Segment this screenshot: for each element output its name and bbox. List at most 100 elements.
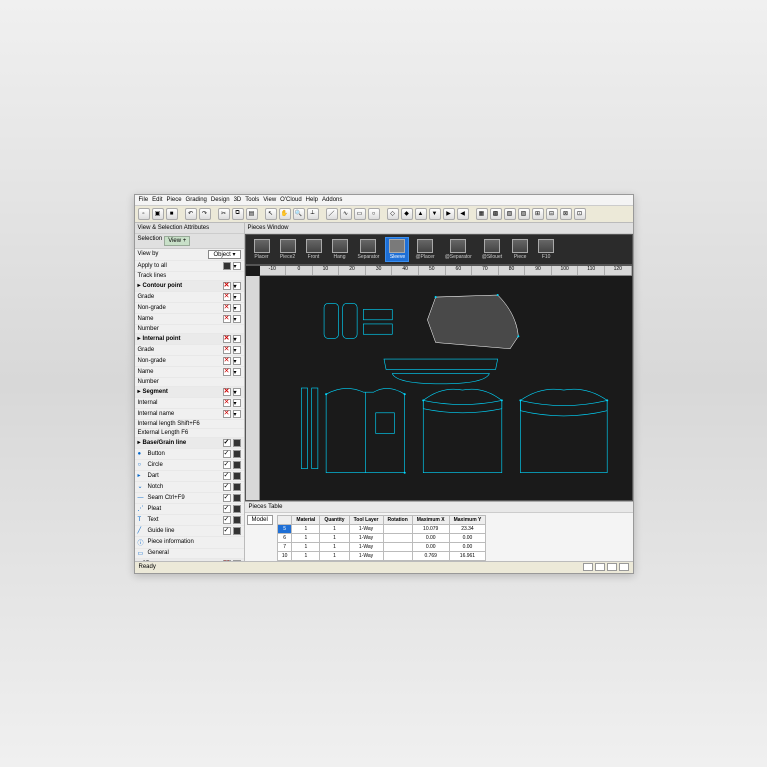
piece-yoke-front[interactable] [423, 400, 502, 412]
menu-edit[interactable]: Edit [152, 197, 162, 203]
piece-cuff-2[interactable] [342, 303, 356, 338]
attr-number[interactable]: Number [135, 325, 244, 334]
piece-thumb-placer[interactable]: Placer [250, 237, 274, 262]
piece-thumb-piece2[interactable]: Piece2 [276, 237, 300, 262]
attr-text[interactable]: TText [135, 515, 244, 526]
attr-internal-name[interactable]: Internal name✕▾ [135, 409, 244, 420]
attr-internal-point[interactable]: ▸ Internal point✕▾ [135, 334, 244, 345]
tool-b[interactable]: ◆ [401, 208, 413, 220]
table-row[interactable]: 10111-Way0.76916.961 [277, 551, 485, 560]
attr-dart[interactable]: ▸Dart [135, 471, 244, 482]
tool-j[interactable]: ▨ [518, 208, 530, 220]
attr-number[interactable]: Number [135, 378, 244, 387]
piece-tab-2[interactable] [363, 323, 392, 333]
pieces-table[interactable]: MaterialQuantityTool LayerRotationMaximu… [277, 515, 486, 561]
piece-cuff-1[interactable] [324, 303, 338, 338]
attr-segment[interactable]: ▸ Segment✕▾ [135, 387, 244, 398]
tab-view[interactable]: View + [164, 236, 190, 246]
piece-thumb-silouet[interactable]: @Silouet [478, 237, 506, 262]
attr-track-lines[interactable]: Track lines [135, 272, 244, 281]
menu-view[interactable]: View [263, 197, 276, 203]
tool-redo[interactable]: ↷ [199, 208, 211, 220]
piece-collar-stand[interactable] [384, 359, 498, 369]
attr-grade[interactable]: Grade✕▾ [135, 345, 244, 356]
tool-i[interactable]: ▧ [504, 208, 516, 220]
tool-f[interactable]: ◀ [457, 208, 469, 220]
piece-thumb-sleeve[interactable]: Sleeve [385, 237, 409, 262]
attr-piece-information[interactable]: ⓘPiece information [135, 537, 244, 549]
piece-thumb-separator[interactable]: @Separator [441, 237, 476, 262]
piece-tab-1[interactable] [363, 309, 392, 319]
menu-piece[interactable]: Piece [167, 197, 182, 203]
piece-thumb-hang[interactable]: Hang [328, 237, 352, 262]
attr-base-grain-line[interactable]: ▸ Base/Grain line [135, 438, 244, 449]
attr-external-length--f6[interactable]: External Length F6 [135, 429, 244, 438]
piece-thumb-separator[interactable]: Separator [354, 237, 384, 262]
tool-new[interactable]: ▫ [138, 208, 150, 220]
piece-thumb-placer[interactable]: @Placer [411, 237, 438, 262]
attr-general[interactable]: ▭General [135, 549, 244, 559]
tool-hand[interactable]: ✋ [279, 208, 291, 220]
attr-guide-line[interactable]: ╱Guide line [135, 526, 244, 537]
tool-d[interactable]: ▼ [429, 208, 441, 220]
menu-help[interactable]: Help [306, 197, 318, 203]
menu-grading[interactable]: Grading [186, 197, 207, 203]
tool-pointer[interactable]: ↖ [265, 208, 277, 220]
tool-a[interactable]: ◇ [387, 208, 399, 220]
tool-l[interactable]: ⊟ [546, 208, 558, 220]
tool-undo[interactable]: ↶ [185, 208, 197, 220]
menu-addons[interactable]: Addons [322, 197, 342, 203]
attr-circle[interactable]: ○Circle [135, 460, 244, 471]
piece-placket-2[interactable] [311, 388, 317, 469]
tool-paste[interactable]: ▤ [246, 208, 258, 220]
tool-k[interactable]: ⊞ [532, 208, 544, 220]
piece-thumb-piece[interactable]: Piece [508, 237, 532, 262]
sb-icon-2[interactable] [595, 563, 605, 571]
attr-button[interactable]: ●Button [135, 449, 244, 460]
tool-zoom[interactable]: 🔍 [293, 208, 305, 220]
table-row[interactable]: 7111-Way0.000.00 [277, 542, 485, 551]
menu-3d[interactable]: 3D [234, 197, 242, 203]
attr-name[interactable]: Name✕▾ [135, 314, 244, 325]
tool-circ[interactable]: ○ [368, 208, 380, 220]
menu-file[interactable]: File [139, 197, 149, 203]
tool-g[interactable]: ▦ [476, 208, 488, 220]
attr-notch[interactable]: ⌄Notch [135, 482, 244, 493]
attr-non-grade[interactable]: Non-grade✕▾ [135, 303, 244, 314]
menu-tools[interactable]: Tools [245, 197, 259, 203]
piece-back[interactable] [520, 389, 607, 473]
tool-cut[interactable]: ✂ [218, 208, 230, 220]
attr-internal[interactable]: Internal✕▾ [135, 398, 244, 409]
attr-pleat[interactable]: ⋰Pleat [135, 504, 244, 515]
piece-sleeve-selected[interactable] [427, 295, 518, 349]
drawing-canvas[interactable]: -100102030405060708090100110120 [245, 265, 633, 501]
tool-h[interactable]: ▩ [490, 208, 502, 220]
attr-seam---ctrl-f9[interactable]: —Seam Ctrl+F9 [135, 493, 244, 504]
tool-measure[interactable]: ⟂ [307, 208, 319, 220]
attr-internal-length--shift-f6[interactable]: Internal length Shift+F6 [135, 420, 244, 429]
attr-view-by[interactable]: View byObject ▾ [135, 249, 244, 261]
sb-icon-3[interactable] [607, 563, 617, 571]
attr-name[interactable]: Name✕▾ [135, 367, 244, 378]
sb-icon-4[interactable] [619, 563, 629, 571]
piece-pocket[interactable] [375, 412, 394, 433]
sb-icon-1[interactable] [583, 563, 593, 571]
tool-copy[interactable]: ⧉ [232, 208, 244, 220]
piece-thumb-f10[interactable]: F10 [534, 237, 558, 262]
tool-c[interactable]: ▲ [415, 208, 427, 220]
piece-collar[interactable] [392, 373, 489, 383]
tool-m[interactable]: ⊠ [560, 208, 572, 220]
tool-n[interactable]: ⊡ [574, 208, 586, 220]
menu-design[interactable]: Design [211, 197, 230, 203]
piece-thumb-front[interactable]: Front [302, 237, 326, 262]
table-row[interactable]: 5111-Way10.07923.34 [277, 524, 485, 533]
attr-apply-to-all[interactable]: Apply to all▾ [135, 261, 244, 272]
tool-e[interactable]: ▶ [443, 208, 455, 220]
piece-placket-1[interactable] [301, 388, 307, 469]
piece-front-right[interactable] [423, 389, 502, 473]
tool-rect[interactable]: ▭ [354, 208, 366, 220]
menu-ocloud[interactable]: O'Cloud [280, 197, 302, 203]
tool-save[interactable]: ■ [166, 208, 178, 220]
tool-open[interactable]: ▣ [152, 208, 164, 220]
table-row[interactable]: 6111-Way0.000.00 [277, 533, 485, 542]
